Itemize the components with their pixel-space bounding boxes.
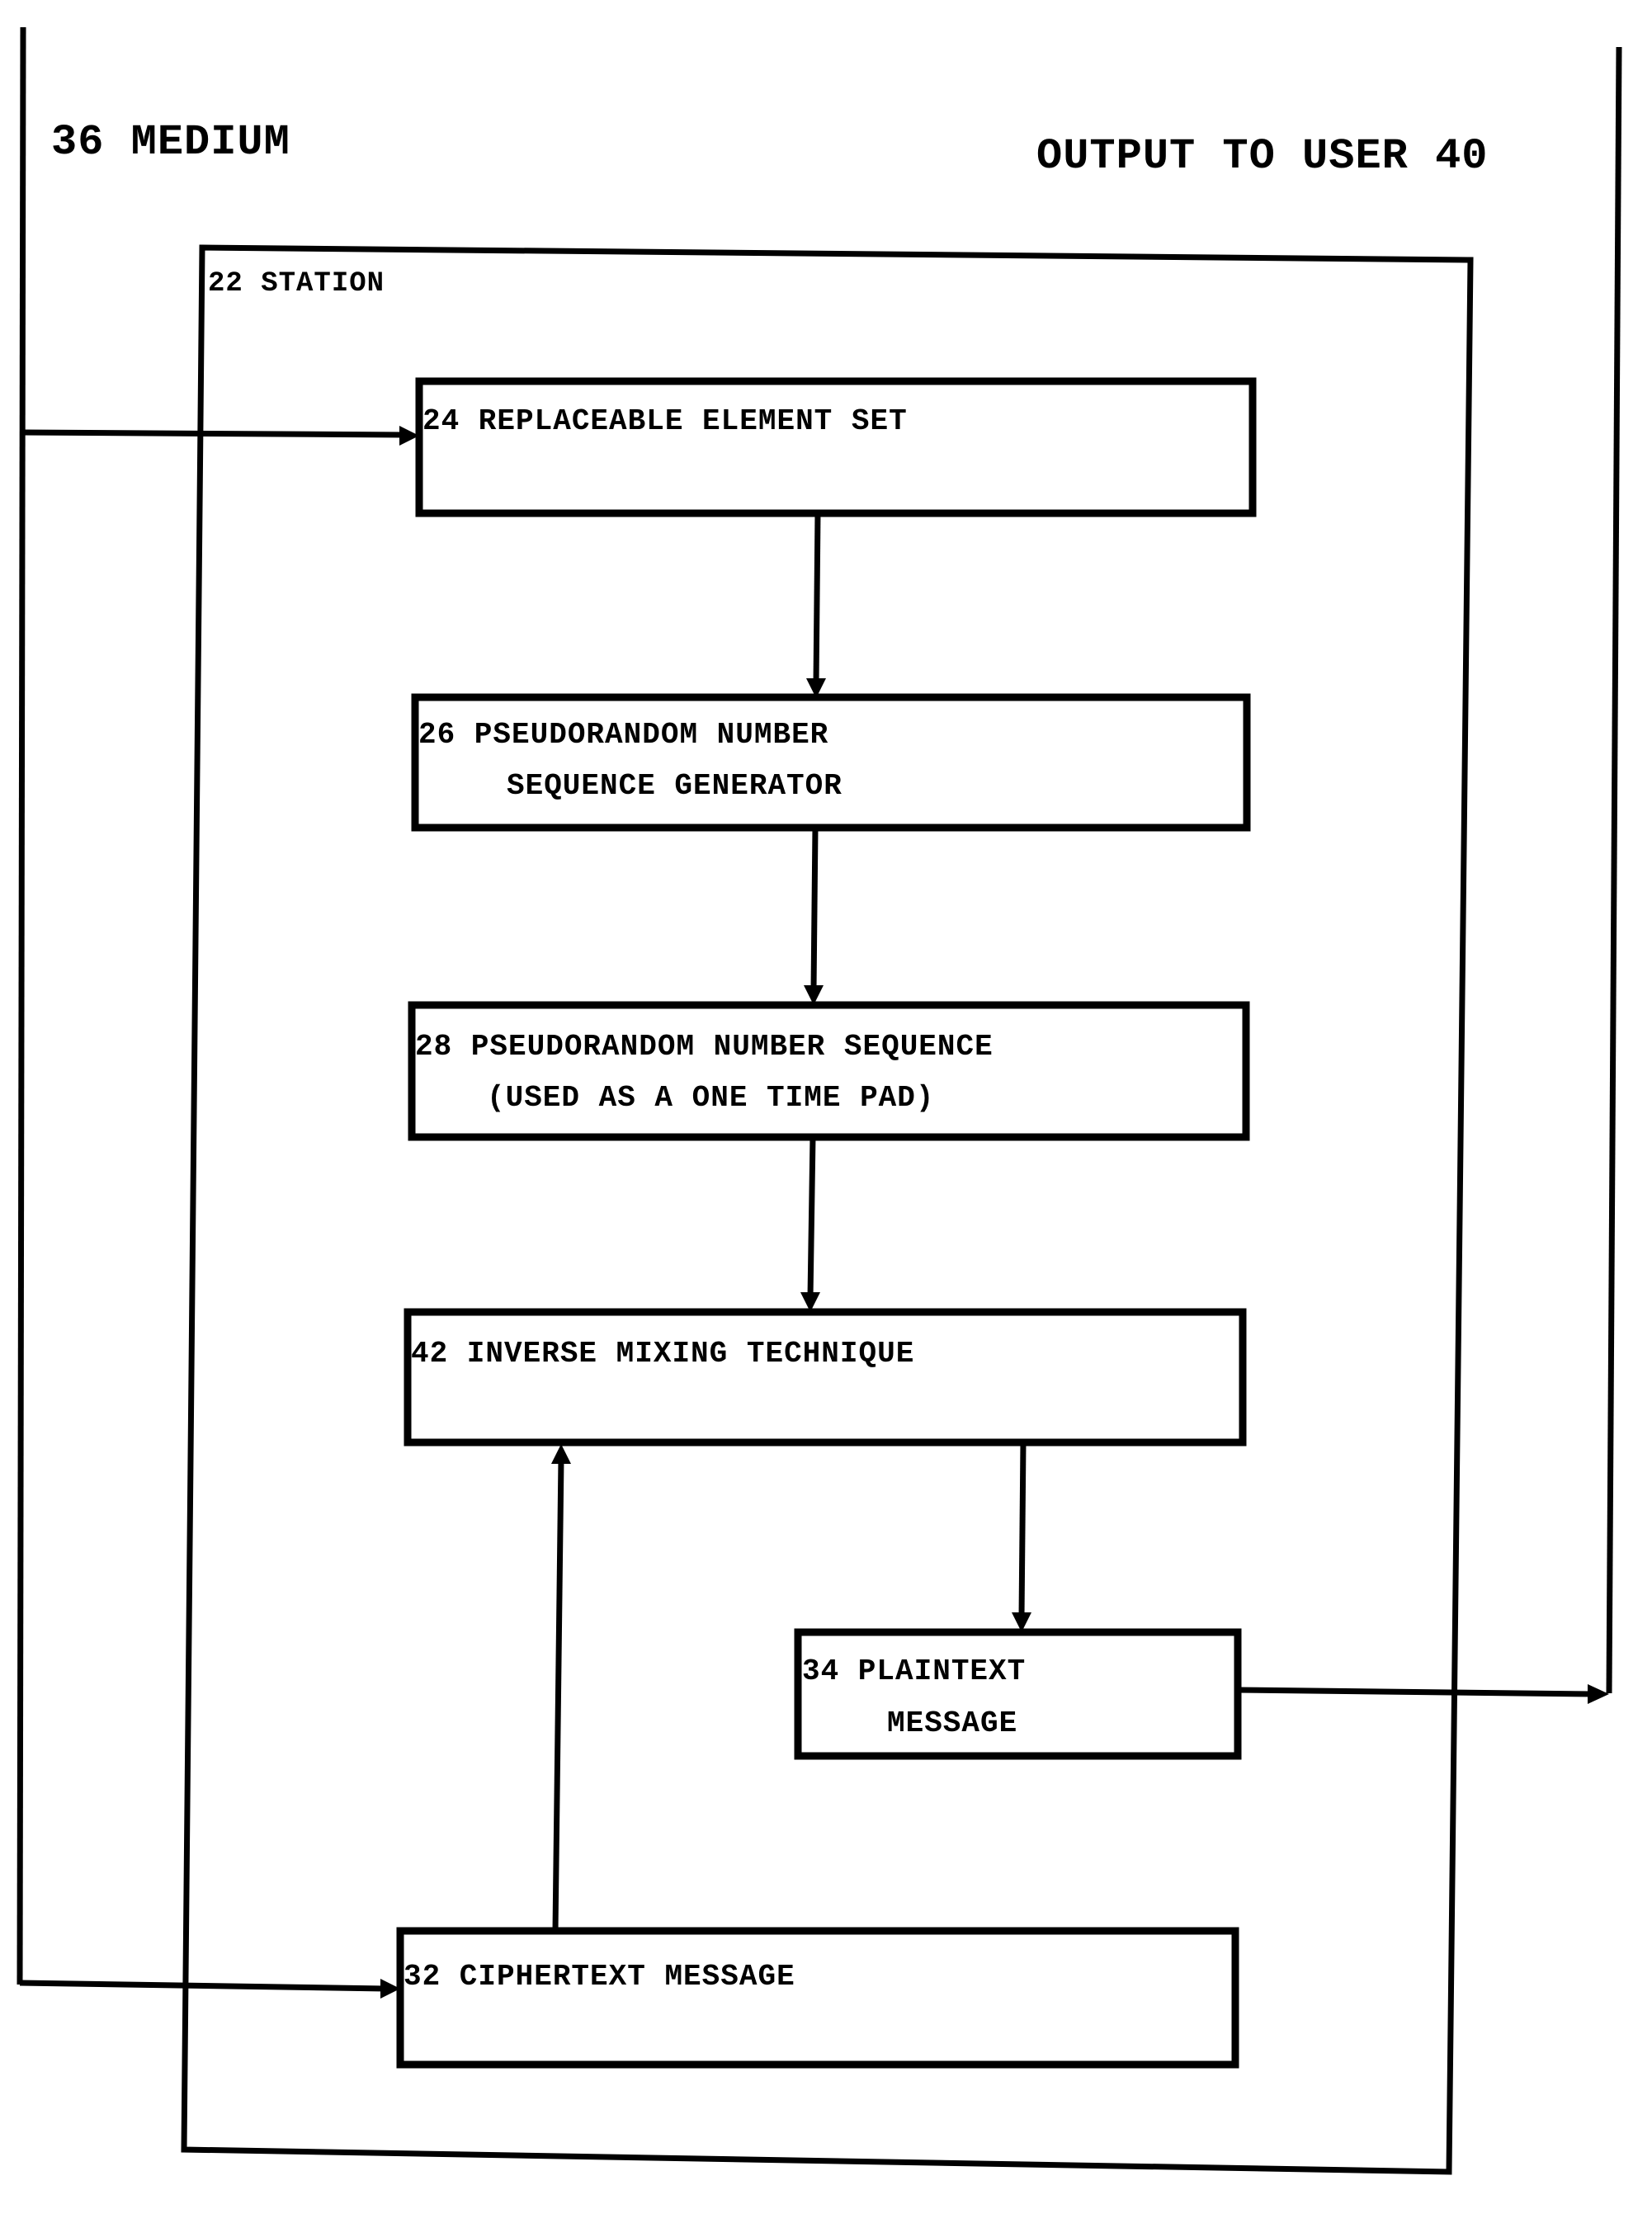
box-34-plaintext-message xyxy=(794,1628,1242,1760)
box-26-prng-generator xyxy=(411,693,1251,832)
arrowhead-icon xyxy=(1588,1684,1609,1704)
arrowhead-icon xyxy=(551,1444,571,1464)
medium-label: 36 MEDIUM xyxy=(51,118,290,167)
station-label: 22 STATION xyxy=(208,268,385,300)
station-container xyxy=(181,244,1474,2175)
arrow-34-to-output xyxy=(1237,1687,1593,1697)
box-32-label: 32 CIPHERTEXT MESSAGE xyxy=(404,1960,795,1994)
box-28-label-line2: (USED AS A ONE TIME PAD) xyxy=(487,1081,935,1115)
box-34-label-line2: MESSAGE xyxy=(887,1706,1018,1740)
box-42-inverse-mixing xyxy=(404,1308,1247,1447)
arrow-medium-to-32 xyxy=(19,1980,386,1992)
arrow-26-to-28 xyxy=(810,827,819,991)
arrow-32-to-42 xyxy=(552,1458,564,1932)
arrow-medium-to-24 xyxy=(19,429,405,438)
box-28-prng-sequence xyxy=(408,1001,1250,1141)
box-28-label-line1: 28 PSEUDORANDOM NUMBER SEQUENCE xyxy=(415,1030,994,1064)
box-24-label: 24 REPLACEABLE ELEMENT SET xyxy=(422,404,908,438)
box-24-replaceable-element-set xyxy=(415,377,1257,517)
box-34-label-line1: 34 PLAINTEXT xyxy=(802,1654,1027,1688)
arrow-24-to-26 xyxy=(813,512,821,684)
arrow-42-to-34 xyxy=(1018,1442,1027,1618)
output-line xyxy=(1606,46,1622,1694)
box-42-label: 42 INVERSE MIXING TECHNIQUE xyxy=(411,1337,915,1371)
box-26-label-line2: SEQUENCE GENERATOR xyxy=(507,769,843,803)
arrow-28-to-42 xyxy=(807,1136,816,1298)
box-32-ciphertext-message xyxy=(396,1927,1239,2069)
medium-line xyxy=(17,26,26,1985)
box-26-label-line1: 26 PSEUDORANDOM NUMBER xyxy=(418,718,829,752)
output-to-user-label: OUTPUT TO USER 40 xyxy=(1036,132,1489,181)
